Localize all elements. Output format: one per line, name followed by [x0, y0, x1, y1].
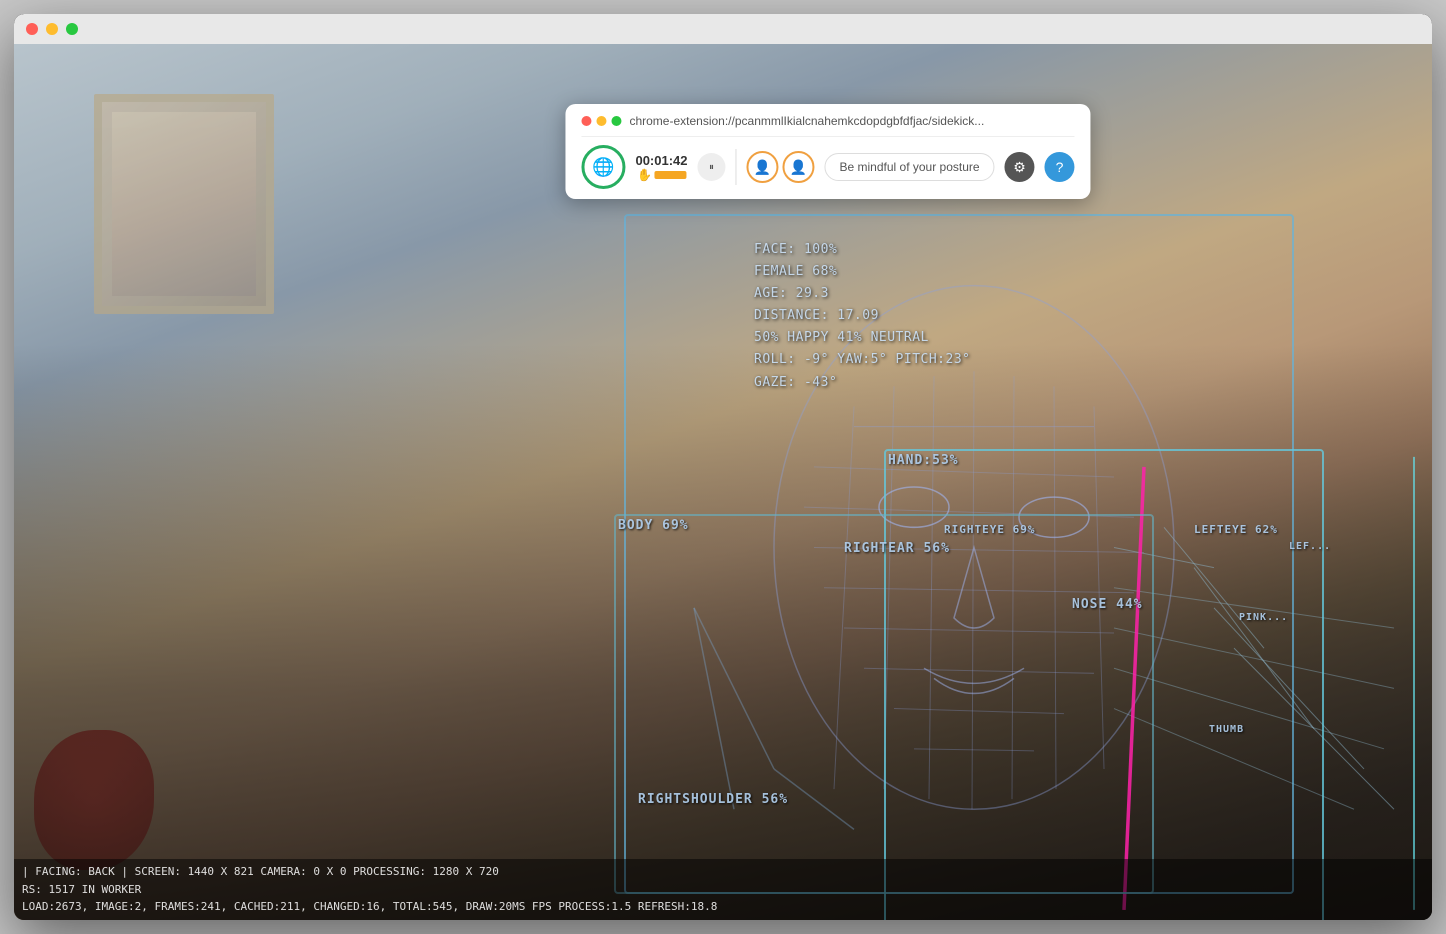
maximize-button[interactable]: [66, 23, 78, 35]
ext-maximize[interactable]: [611, 116, 621, 126]
help-icon: ?: [1056, 159, 1064, 175]
status-line-3: LOAD:2673, IMAGE:2, FRAMES:241, CACHED:2…: [22, 898, 1424, 916]
timer-bar: [654, 171, 686, 179]
person-icon-1[interactable]: 👤: [747, 151, 779, 183]
person-icons: 👤 👤: [747, 151, 815, 183]
gear-icon: ⚙: [1013, 159, 1026, 176]
status-line-1: | FACING: BACK | SCREEN: 1440 X 821 CAME…: [22, 863, 1424, 881]
minimize-button[interactable]: [46, 23, 58, 35]
toolbar-divider-1: [736, 149, 737, 185]
status-line-2: RS: 1517 IN WORKER: [22, 881, 1424, 899]
timer-time: 00:01:42: [635, 153, 687, 168]
timer-progress: ✋: [637, 168, 686, 182]
timer-display: 00:01:42 ✋: [635, 153, 687, 182]
url-bar: chrome-extension://pcanmmlIkialcnahemkcd…: [581, 114, 1074, 137]
timer-circle: 🌐: [581, 145, 625, 189]
posture-message-text: Be mindful of your posture: [840, 160, 980, 174]
extension-toolbar: chrome-extension://pcanmmlIkialcnahemkcd…: [565, 104, 1090, 199]
help-button[interactable]: ?: [1045, 152, 1075, 182]
traffic-lights: [26, 23, 78, 35]
settings-button[interactable]: ⚙: [1005, 152, 1035, 182]
timer-globe-icon: 🌐: [592, 157, 614, 178]
close-button[interactable]: [26, 23, 38, 35]
browser-window: BODY 69% HAND:53% RIGHTEAR 56% RIGHTEYE …: [14, 14, 1432, 920]
extension-url: chrome-extension://pcanmmlIkialcnahemkcd…: [629, 114, 1074, 128]
wall-portrait: [94, 94, 274, 314]
ext-traffic-lights: [581, 116, 621, 126]
posture-message: Be mindful of your posture: [825, 153, 995, 181]
camera-feed: BODY 69% HAND:53% RIGHTEAR 56% RIGHTEYE …: [14, 44, 1432, 920]
person-icon-2[interactable]: 👤: [783, 151, 815, 183]
titlebar: [14, 14, 1432, 44]
timer-hand-icon: ✋: [637, 168, 652, 182]
ext-minimize[interactable]: [596, 116, 606, 126]
extension-controls: 🌐 00:01:42 ✋ ⏸ 👤 👤: [581, 145, 1074, 189]
ext-close[interactable]: [581, 116, 591, 126]
status-bar: | FACING: BACK | SCREEN: 1440 X 821 CAME…: [14, 859, 1432, 920]
person-body: [14, 344, 1432, 920]
pause-button[interactable]: ⏸: [698, 153, 726, 181]
